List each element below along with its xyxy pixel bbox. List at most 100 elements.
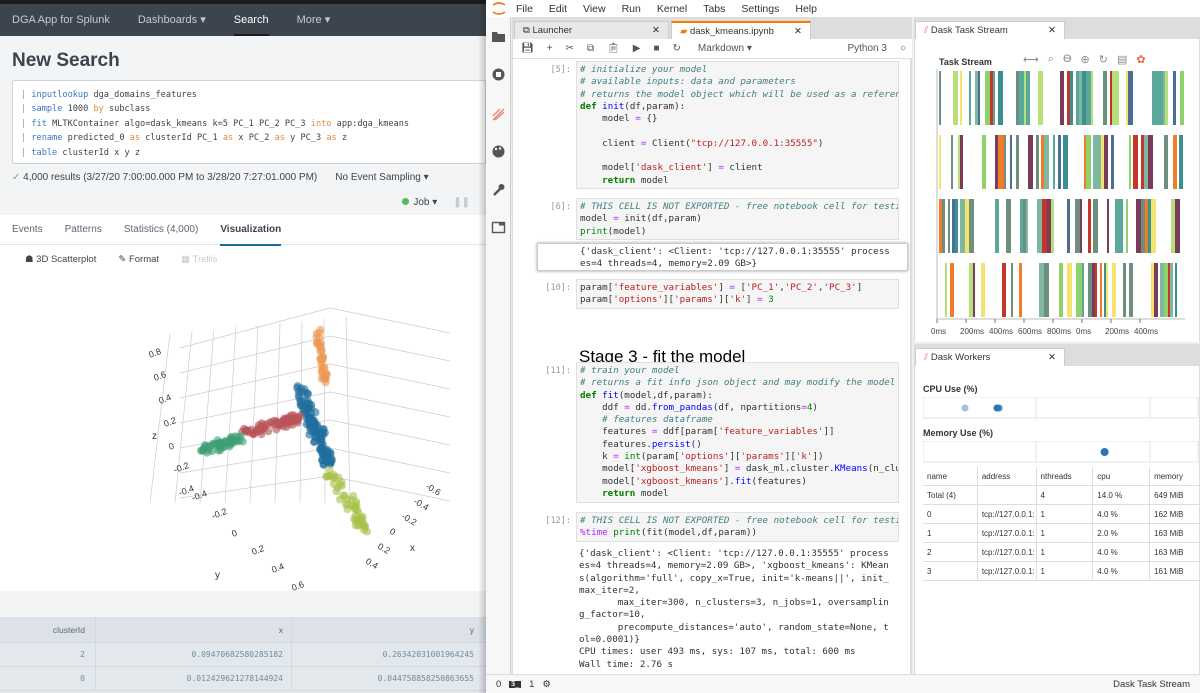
data-point bbox=[298, 401, 306, 410]
wrench-icon[interactable] bbox=[491, 182, 506, 197]
code-line: def init(df,param): bbox=[580, 100, 686, 112]
task-bar bbox=[1002, 263, 1006, 317]
nav-more[interactable]: More ▾ bbox=[297, 4, 331, 36]
code-line: features = ddf[param['feature_variables'… bbox=[580, 426, 835, 438]
app-name[interactable]: DGA App for Splunk bbox=[12, 4, 110, 36]
cell-input[interactable]: # THIS CELL IS NOT EXPORTED - free noteb… bbox=[576, 512, 899, 542]
tab-workers[interactable]: ⫽ Dask Workers ✕ bbox=[915, 348, 1065, 366]
close-icon[interactable]: ✕ bbox=[1048, 352, 1056, 363]
pan-icon[interactable]: ⟷ bbox=[1023, 53, 1039, 66]
restart-icon[interactable]: ↻ bbox=[673, 43, 681, 54]
reset-icon[interactable]: ↻ bbox=[1099, 53, 1108, 66]
add-cell-icon[interactable]: + bbox=[547, 43, 553, 54]
cpu-use-chart bbox=[923, 397, 1199, 419]
task-bar bbox=[945, 263, 947, 317]
app-nav: DGA App for Splunk Dashboards ▾ Search M… bbox=[0, 4, 486, 36]
grid-line bbox=[329, 419, 451, 446]
task-bar bbox=[1116, 71, 1119, 125]
menu-run[interactable]: Run bbox=[622, 3, 641, 15]
scatterplot-3d[interactable]: 0.8 0.6 0.4 0.2 0 -0.2 -0.4 -0.4 -0.2 0 0.2 0.4 0.6-… bbox=[0, 273, 486, 593]
folder-icon[interactable] bbox=[491, 29, 506, 44]
hover-icon[interactable]: ▤ bbox=[1117, 53, 1127, 66]
window-shadow bbox=[478, 0, 486, 693]
col-y[interactable]: y bbox=[292, 617, 486, 642]
stop-icon[interactable]: ■ bbox=[653, 43, 659, 54]
trellis-button[interactable]: ▦ Trellis bbox=[181, 254, 217, 265]
tab-events[interactable]: Events bbox=[12, 215, 43, 245]
col-clusterid[interactable]: clusterId bbox=[0, 617, 96, 642]
task-bar bbox=[1168, 263, 1170, 317]
x-tick-label: 600ms bbox=[1018, 327, 1042, 336]
menu-help[interactable]: Help bbox=[795, 3, 817, 15]
event-sampling-dropdown[interactable]: No Event Sampling ▾ bbox=[335, 172, 428, 183]
cut-icon[interactable]: ✂ bbox=[566, 43, 574, 54]
cell-input[interactable]: # THIS CELL IS NOT EXPORTED - free noteb… bbox=[576, 198, 899, 240]
copy-icon[interactable]: ⧉ bbox=[587, 43, 594, 54]
menu-settings[interactable]: Settings bbox=[741, 3, 779, 15]
code-line: # returns the model object which will be… bbox=[580, 88, 899, 100]
task-bar bbox=[1097, 135, 1101, 189]
task-bar bbox=[1170, 263, 1173, 317]
cell-input[interactable]: param['feature_variables'] = ['PC_1','PC… bbox=[576, 279, 899, 309]
pause-icon[interactable]: ❚❚ bbox=[453, 197, 470, 208]
menu-view[interactable]: View bbox=[583, 3, 606, 15]
task-bar bbox=[1115, 199, 1117, 253]
cell: 163 MiB bbox=[1154, 548, 1184, 557]
cell: tcp://127.0.0.1: bbox=[978, 524, 1037, 542]
zoom-in-icon[interactable]: ⊕ bbox=[1081, 53, 1090, 66]
menu-edit[interactable]: Edit bbox=[549, 3, 567, 15]
menu-kernel[interactable]: Kernel bbox=[657, 3, 687, 15]
nav-dashboards[interactable]: Dashboards ▾ bbox=[138, 4, 206, 36]
cell-input[interactable]: # initialize your model # available input… bbox=[576, 61, 899, 189]
task-stream-chart[interactable]: 0ms 200ms 400ms 600ms 800ms 0ms 200ms 400ms bbox=[915, 69, 1199, 349]
nav-search[interactable]: Search bbox=[233, 4, 269, 36]
viz-type-button[interactable]: ☗ 3D Scatterplot bbox=[25, 254, 96, 265]
close-icon[interactable]: ✕ bbox=[794, 26, 802, 37]
task-bar bbox=[1036, 135, 1039, 189]
query-line: | sample 1000 by subclass bbox=[21, 104, 151, 115]
task-bar bbox=[1179, 135, 1183, 189]
search-query-input[interactable]: | inputlookup dga_domains_features | samp… bbox=[12, 80, 486, 164]
menu-file[interactable]: File bbox=[516, 3, 533, 15]
tab-task-stream[interactable]: ⫽ Dask Task Stream ✕ bbox=[915, 21, 1065, 39]
save-icon[interactable]: 💾︎ bbox=[521, 43, 534, 54]
kernel-name[interactable]: Python 3 bbox=[847, 43, 886, 54]
close-icon[interactable]: ✕ bbox=[1048, 25, 1056, 36]
dask-icon: ⫽ bbox=[924, 352, 931, 363]
tabs-icon[interactable] bbox=[491, 220, 506, 235]
run-icon[interactable]: ▶ bbox=[633, 43, 641, 54]
task-bar bbox=[1126, 71, 1128, 125]
col-x[interactable]: x bbox=[96, 617, 292, 642]
code-line: def fit(model,df,param): bbox=[580, 389, 713, 401]
workers-panel: ⫽ Dask Workers ✕ CPU Use (%) Memory Use (… bbox=[914, 344, 1200, 674]
task-bar bbox=[1076, 263, 1078, 317]
tab-patterns[interactable]: Patterns bbox=[65, 215, 102, 245]
dask-icon[interactable] bbox=[491, 107, 506, 122]
cell-type-dropdown[interactable]: Markdown ▾ bbox=[698, 43, 752, 54]
splunk-window: DGA App for Splunk Dashboards ▾ Search M… bbox=[0, 0, 486, 693]
task-bar bbox=[1092, 263, 1095, 317]
format-button[interactable]: ✎ Format bbox=[118, 254, 159, 265]
running-icon[interactable] bbox=[491, 67, 506, 82]
data-point bbox=[318, 455, 327, 464]
paste-icon[interactable]: 📋︎ bbox=[607, 43, 620, 54]
palette-icon[interactable] bbox=[491, 144, 506, 159]
task-bar bbox=[1067, 71, 1070, 125]
tab-launcher[interactable]: ⧉ Launcher ✕ bbox=[514, 21, 669, 39]
tab-notebook[interactable]: ▰ dask_kmeans.ipynb ✕ bbox=[671, 21, 811, 39]
data-point bbox=[272, 417, 281, 426]
terminal-icon[interactable]: $_ bbox=[509, 680, 522, 688]
tab-visualization[interactable]: Visualization bbox=[220, 215, 281, 246]
close-icon[interactable]: ✕ bbox=[652, 25, 660, 36]
task-bar bbox=[1080, 199, 1082, 253]
cell-input[interactable]: # train your model # returns a fit info j… bbox=[576, 362, 899, 503]
tab-statistics[interactable]: Statistics (4,000) bbox=[124, 215, 198, 245]
box-zoom-icon[interactable]: ⌕ bbox=[1048, 53, 1054, 66]
menu-tabs[interactable]: Tabs bbox=[703, 3, 725, 15]
kernel-icon[interactable]: ⚙ bbox=[542, 679, 551, 690]
wheel-zoom-icon[interactable]: ϴ bbox=[1063, 53, 1072, 66]
task-stream-body: Task Stream ⟷ ⌕ ϴ ⊕ ↻ ▤ ✿ 0ms 200ms 400ms 6… bbox=[915, 39, 1199, 342]
job-menu[interactable]: Job ▾ bbox=[402, 197, 437, 208]
query-line: | table clusterId x y z bbox=[21, 147, 141, 158]
scatter-svg[interactable]: 0.80.60.40.20-0.2-0.4-0.4-0.200.20.40.6-… bbox=[0, 273, 486, 593]
